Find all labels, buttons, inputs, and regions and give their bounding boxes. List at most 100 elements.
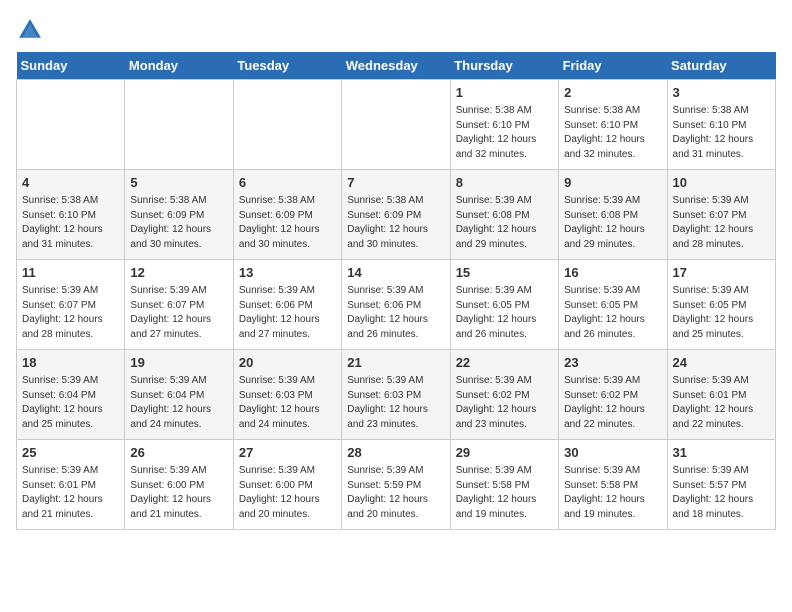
day-number: 17 [673, 264, 770, 282]
day-info: Sunrise: 5:39 AM Sunset: 6:00 PM Dayligh… [239, 464, 336, 522]
day-info: Sunrise: 5:38 AM Sunset: 6:09 PM Dayligh… [130, 194, 227, 252]
day-info: Sunrise: 5:39 AM Sunset: 6:00 PM Dayligh… [130, 464, 227, 522]
calendar-cell: 29 Sunrise: 5:39 AM Sunset: 5:58 PM Dayli… [450, 440, 558, 530]
day-number: 16 [564, 264, 661, 282]
day-number: 22 [456, 354, 553, 372]
day-info: Sunrise: 5:39 AM Sunset: 6:04 PM Dayligh… [130, 374, 227, 432]
calendar-cell: 25 Sunrise: 5:39 AM Sunset: 6:01 PM Dayli… [17, 440, 125, 530]
day-number: 11 [22, 264, 119, 282]
day-number: 4 [22, 174, 119, 192]
calendar-cell: 13Sunrise: 5:39 AM Sunset: 6:06 PM Dayli… [233, 260, 341, 350]
day-header-wednesday: Wednesday [342, 52, 450, 80]
calendar-cell: 15 Sunrise: 5:39 AM Sunset: 6:05 PM Dayli… [450, 260, 558, 350]
day-info: Sunrise: 5:39 AM Sunset: 5:59 PM Dayligh… [347, 464, 444, 522]
calendar-header-row: SundayMondayTuesdayWednesdayThursdayFrid… [17, 52, 776, 80]
calendar-cell: 31 Sunrise: 5:39 AM Sunset: 5:57 PM Dayli… [667, 440, 775, 530]
calendar-cell: 10 Sunrise: 5:39 AM Sunset: 6:07 PM Dayli… [667, 170, 775, 260]
day-number: 9 [564, 174, 661, 192]
calendar-cell: 30 Sunrise: 5:39 AM Sunset: 5:58 PM Dayli… [559, 440, 667, 530]
day-number: 27 [239, 444, 336, 462]
day-number: 25 [22, 444, 119, 462]
calendar-cell [125, 80, 233, 170]
day-number: 20 [239, 354, 336, 372]
calendar-cell: 12 Sunrise: 5:39 AM Sunset: 6:07 PM Dayli… [125, 260, 233, 350]
day-info: Sunrise: 5:39 AM Sunset: 6:07 PM Dayligh… [130, 284, 227, 342]
day-info: Sunrise: 5:39 AM Sunset: 5:58 PM Dayligh… [456, 464, 553, 522]
day-info: Sunrise: 5:38 AM Sunset: 6:10 PM Dayligh… [564, 104, 661, 162]
day-header-saturday: Saturday [667, 52, 775, 80]
calendar-cell [342, 80, 450, 170]
day-number: 3 [673, 84, 770, 102]
day-number: 5 [130, 174, 227, 192]
day-info: Sunrise: 5:38 AM Sunset: 6:10 PM Dayligh… [456, 104, 553, 162]
day-info: Sunrise: 5:39 AM Sunset: 5:58 PM Dayligh… [564, 464, 661, 522]
day-info: Sunrise: 5:39 AM Sunset: 6:05 PM Dayligh… [673, 284, 770, 342]
day-number: 12 [130, 264, 227, 282]
day-info: Sunrise: 5:39 AM Sunset: 6:07 PM Dayligh… [22, 284, 119, 342]
day-info: Sunrise: 5:38 AM Sunset: 6:09 PM Dayligh… [239, 194, 336, 252]
day-number: 18 [22, 354, 119, 372]
day-info: Sunrise: 5:38 AM Sunset: 6:10 PM Dayligh… [22, 194, 119, 252]
page-header [16, 16, 776, 44]
day-info: Sunrise: 5:39 AM Sunset: 6:05 PM Dayligh… [456, 284, 553, 342]
day-number: 10 [673, 174, 770, 192]
calendar-cell [233, 80, 341, 170]
calendar-table: SundayMondayTuesdayWednesdayThursdayFrid… [16, 52, 776, 530]
day-info: Sunrise: 5:39 AM Sunset: 6:08 PM Dayligh… [564, 194, 661, 252]
day-number: 30 [564, 444, 661, 462]
day-info: Sunrise: 5:39 AM Sunset: 6:06 PM Dayligh… [347, 284, 444, 342]
day-number: 31 [673, 444, 770, 462]
calendar-cell [17, 80, 125, 170]
calendar-week-row: 11 Sunrise: 5:39 AM Sunset: 6:07 PM Dayli… [17, 260, 776, 350]
day-info: Sunrise: 5:39 AM Sunset: 6:02 PM Dayligh… [456, 374, 553, 432]
day-info: Sunrise: 5:39 AM Sunset: 6:01 PM Dayligh… [673, 374, 770, 432]
day-number: 29 [456, 444, 553, 462]
calendar-cell: 21Sunrise: 5:39 AM Sunset: 6:03 PM Dayli… [342, 350, 450, 440]
calendar-cell: 14Sunrise: 5:39 AM Sunset: 6:06 PM Dayli… [342, 260, 450, 350]
day-info: Sunrise: 5:39 AM Sunset: 6:01 PM Dayligh… [22, 464, 119, 522]
day-info: Sunrise: 5:39 AM Sunset: 5:57 PM Dayligh… [673, 464, 770, 522]
day-number: 26 [130, 444, 227, 462]
day-info: Sunrise: 5:39 AM Sunset: 6:02 PM Dayligh… [564, 374, 661, 432]
day-info: Sunrise: 5:39 AM Sunset: 6:05 PM Dayligh… [564, 284, 661, 342]
calendar-cell: 6 Sunrise: 5:38 AM Sunset: 6:09 PM Daylig… [233, 170, 341, 260]
calendar-cell: 8Sunrise: 5:39 AM Sunset: 6:08 PM Daylig… [450, 170, 558, 260]
calendar-cell: 23 Sunrise: 5:39 AM Sunset: 6:02 PM Dayli… [559, 350, 667, 440]
calendar-cell: 18 Sunrise: 5:39 AM Sunset: 6:04 PM Dayli… [17, 350, 125, 440]
day-number: 19 [130, 354, 227, 372]
calendar-week-row: 18 Sunrise: 5:39 AM Sunset: 6:04 PM Dayli… [17, 350, 776, 440]
day-number: 6 [239, 174, 336, 192]
calendar-cell: 3Sunrise: 5:38 AM Sunset: 6:10 PM Daylig… [667, 80, 775, 170]
day-header-tuesday: Tuesday [233, 52, 341, 80]
day-number: 23 [564, 354, 661, 372]
day-info: Sunrise: 5:39 AM Sunset: 6:08 PM Dayligh… [456, 194, 553, 252]
day-info: Sunrise: 5:39 AM Sunset: 6:06 PM Dayligh… [239, 284, 336, 342]
calendar-cell: 11 Sunrise: 5:39 AM Sunset: 6:07 PM Dayli… [17, 260, 125, 350]
calendar-cell: 28 Sunrise: 5:39 AM Sunset: 5:59 PM Dayli… [342, 440, 450, 530]
calendar-cell: 17 Sunrise: 5:39 AM Sunset: 6:05 PM Dayli… [667, 260, 775, 350]
day-info: Sunrise: 5:39 AM Sunset: 6:04 PM Dayligh… [22, 374, 119, 432]
day-number: 28 [347, 444, 444, 462]
calendar-cell: 4 Sunrise: 5:38 AM Sunset: 6:10 PM Daylig… [17, 170, 125, 260]
calendar-cell: 1 Sunrise: 5:38 AM Sunset: 6:10 PM Daylig… [450, 80, 558, 170]
logo [16, 16, 48, 44]
calendar-week-row: 1 Sunrise: 5:38 AM Sunset: 6:10 PM Daylig… [17, 80, 776, 170]
logo-icon [16, 16, 44, 44]
calendar-cell: 19 Sunrise: 5:39 AM Sunset: 6:04 PM Dayli… [125, 350, 233, 440]
calendar-cell: 5 Sunrise: 5:38 AM Sunset: 6:09 PM Daylig… [125, 170, 233, 260]
day-number: 15 [456, 264, 553, 282]
day-info: Sunrise: 5:39 AM Sunset: 6:07 PM Dayligh… [673, 194, 770, 252]
day-info: Sunrise: 5:38 AM Sunset: 6:09 PM Dayligh… [347, 194, 444, 252]
day-header-sunday: Sunday [17, 52, 125, 80]
calendar-cell: 2 Sunrise: 5:38 AM Sunset: 6:10 PM Daylig… [559, 80, 667, 170]
day-info: Sunrise: 5:39 AM Sunset: 6:03 PM Dayligh… [239, 374, 336, 432]
calendar-cell: 22 Sunrise: 5:39 AM Sunset: 6:02 PM Dayli… [450, 350, 558, 440]
day-header-monday: Monday [125, 52, 233, 80]
calendar-cell: 7 Sunrise: 5:38 AM Sunset: 6:09 PM Daylig… [342, 170, 450, 260]
day-header-thursday: Thursday [450, 52, 558, 80]
day-number: 1 [456, 84, 553, 102]
day-number: 7 [347, 174, 444, 192]
calendar-cell: 20 Sunrise: 5:39 AM Sunset: 6:03 PM Dayli… [233, 350, 341, 440]
calendar-week-row: 4 Sunrise: 5:38 AM Sunset: 6:10 PM Daylig… [17, 170, 776, 260]
day-number: 2 [564, 84, 661, 102]
